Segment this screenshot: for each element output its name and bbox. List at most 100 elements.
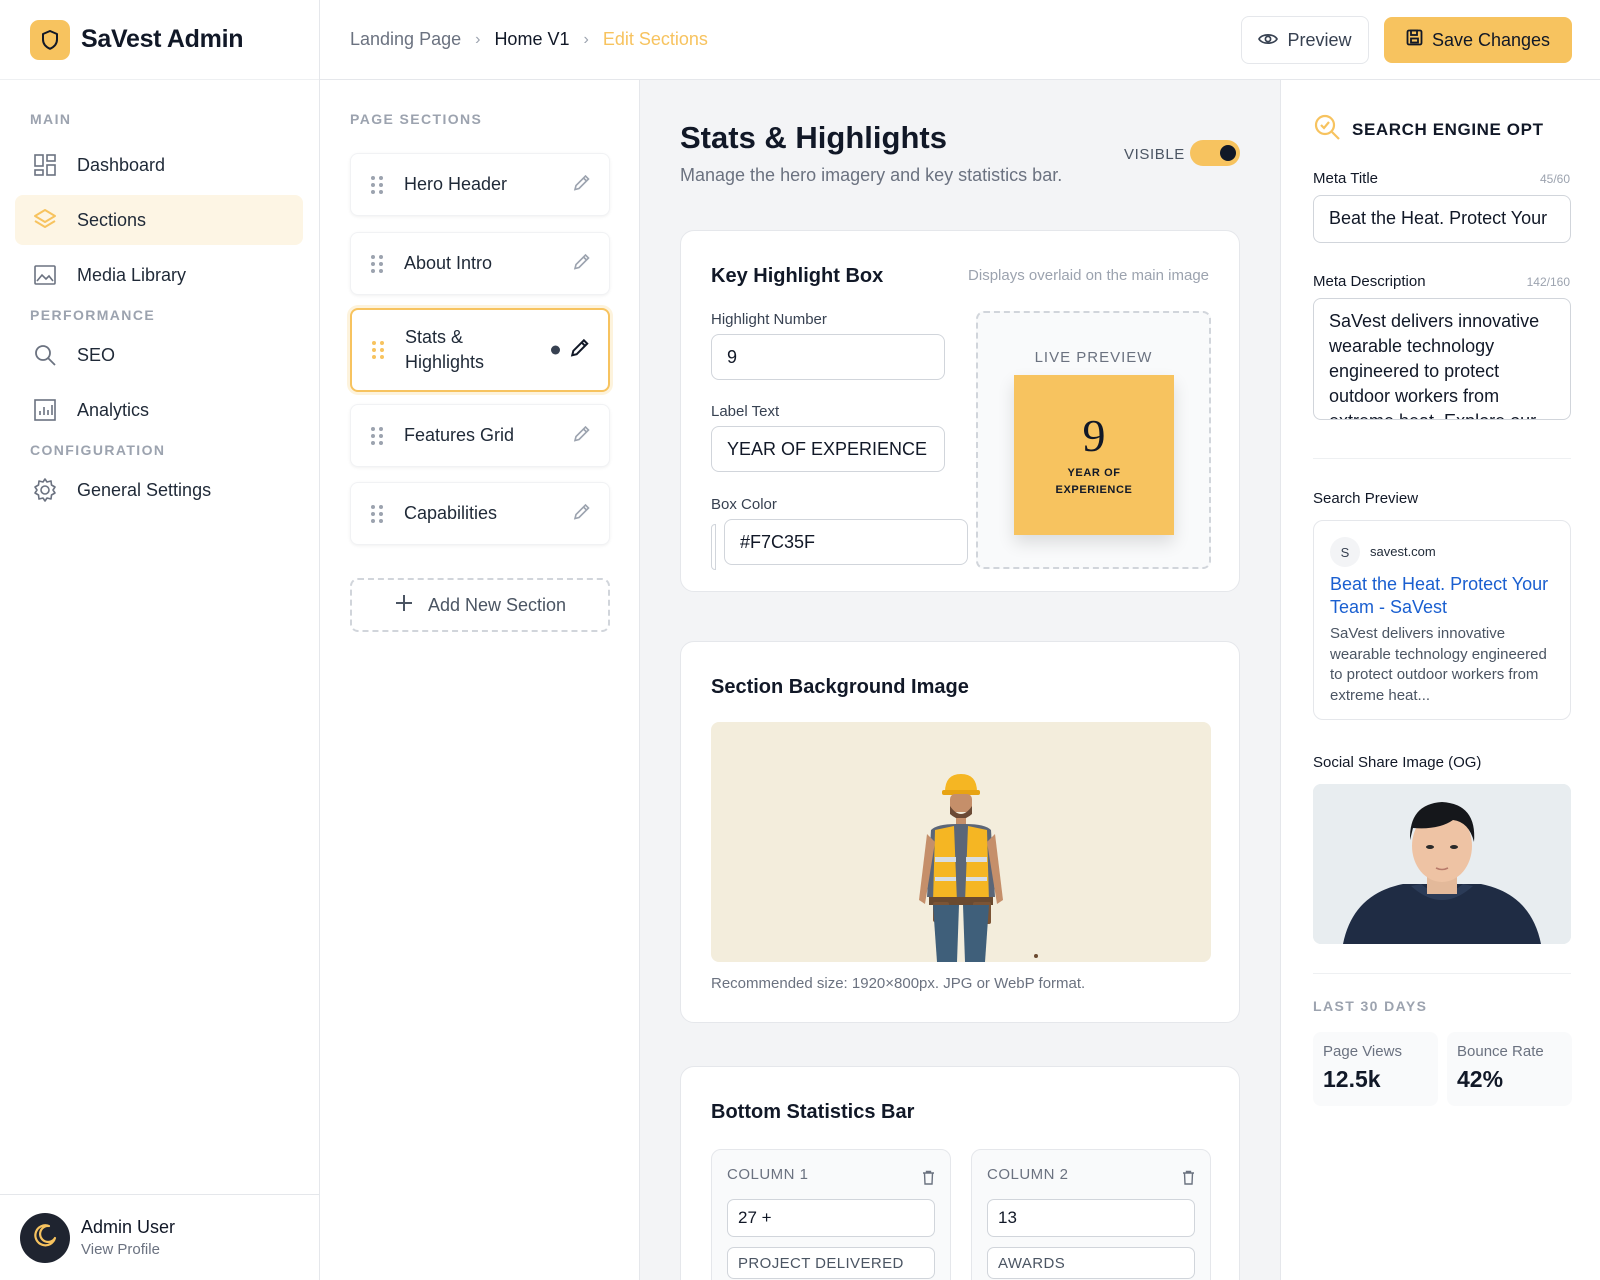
drag-handle-icon[interactable]	[372, 341, 386, 359]
column-title: COLUMN 2	[987, 1166, 1069, 1183]
page-title: Stats & Highlights	[680, 120, 947, 155]
og-portrait	[1313, 784, 1571, 944]
section-item-title: Hero Header	[404, 174, 508, 194]
drag-handle-icon[interactable]	[371, 175, 385, 194]
meta-title-label: Meta Title	[1313, 170, 1379, 187]
meta-title-count: 45/60	[1539, 172, 1570, 186]
divider	[1313, 458, 1571, 459]
stat-label: Page Views	[1323, 1043, 1402, 1060]
sections-panel: PAGE SECTIONS Hero Header About Intro St…	[320, 80, 640, 1280]
pencil-icon[interactable]	[570, 338, 590, 363]
sidebar-item-dashboard[interactable]: Dashboard	[15, 140, 303, 190]
stat-card-page-views: Page Views 12.5k	[1313, 1032, 1438, 1106]
card-title: Bottom Statistics Bar	[711, 1101, 915, 1123]
sidebar-item-seo[interactable]: SEO	[15, 330, 303, 380]
sidebar-item-sections[interactable]: Sections	[15, 195, 303, 245]
sidebar-item-label: General Settings	[77, 479, 212, 500]
meta-description-input[interactable]: SaVest delivers innovative wearable tech…	[1313, 298, 1571, 420]
sidebar-item-label: SEO	[77, 344, 116, 365]
pencil-icon[interactable]	[573, 424, 591, 447]
preview-text: YEAR OF EXPERIENCE	[1055, 467, 1133, 496]
avatar[interactable]	[20, 1212, 70, 1263]
pencil-icon[interactable]	[573, 502, 591, 525]
stat-value-input[interactable]	[987, 1199, 1195, 1237]
sidebar-item-general-settings[interactable]: General Settings	[15, 465, 303, 515]
pencil-icon[interactable]	[573, 252, 591, 275]
divider	[1313, 973, 1571, 974]
sidebar-item-label: Dashboard	[77, 154, 166, 175]
dashboard-icon	[32, 152, 58, 178]
add-section-button[interactable]: Add New Section	[350, 578, 610, 632]
section-item-title: Features Grid	[404, 425, 515, 445]
trash-icon[interactable]	[922, 1170, 935, 1190]
user-profile[interactable]: Admin User View Profile	[0, 1194, 320, 1280]
field-label: Box Color	[711, 496, 777, 513]
worker-illustration	[919, 774, 1038, 962]
eye-icon	[1258, 30, 1279, 51]
nav-group-main: MAIN	[30, 111, 72, 127]
stat-value: 12.5k	[1323, 1066, 1381, 1092]
drag-handle-icon[interactable]	[371, 504, 385, 523]
seo-header: SEARCH ENGINE OPT	[1313, 113, 1544, 146]
breadcrumb-current: Edit Sections	[602, 29, 708, 49]
background-image[interactable]	[711, 722, 1211, 962]
visible-label: VISIBLE	[1124, 146, 1185, 163]
stat-value-input[interactable]	[727, 1199, 935, 1237]
drag-handle-icon[interactable]	[371, 254, 385, 273]
shield-logo-icon	[30, 19, 70, 60]
key-highlight-card: Key Highlight Box Displays overlaid on t…	[680, 230, 1240, 592]
favicon: S	[1330, 537, 1360, 567]
color-swatch[interactable]	[711, 524, 716, 570]
sidebar: SaVest Admin MAIN Dashboard Sections Med…	[0, 0, 320, 1280]
live-preview: LIVE PREVIEW 9 YEAR OF EXPERIENCE	[976, 311, 1211, 569]
stat-column: COLUMN 2	[971, 1149, 1211, 1280]
seo-search-icon	[1313, 113, 1341, 146]
meta-description-count: 142/160	[1526, 275, 1570, 289]
preview-button[interactable]: Preview	[1241, 16, 1369, 64]
save-button[interactable]: Save Changes	[1384, 17, 1572, 63]
card-hint: Displays overlaid on the main image	[968, 267, 1209, 284]
save-icon	[1406, 29, 1423, 51]
view-profile-link[interactable]: View Profile	[81, 1241, 175, 1258]
breadcrumb-item[interactable]: Landing Page	[350, 29, 461, 50]
brand: SaVest Admin	[0, 0, 319, 80]
search-preview-description: SaVest delivers innovative wearable tech…	[1330, 625, 1547, 704]
column-title: COLUMN 1	[727, 1166, 809, 1183]
section-item-stats-highlights[interactable]: Stats & Highlights	[350, 308, 610, 392]
pencil-icon[interactable]	[573, 173, 591, 196]
search-preview-card: S savest.com Beat the Heat. Protect Your…	[1313, 520, 1571, 720]
stat-label-input[interactable]	[987, 1247, 1195, 1279]
seo-panel: SEARCH ENGINE OPT Meta Title 45/60 Beat …	[1280, 80, 1600, 1280]
highlight-number-input[interactable]	[711, 334, 945, 380]
meta-title-input[interactable]: Beat the Heat. Protect Your	[1313, 195, 1571, 243]
layers-icon	[32, 207, 58, 233]
stat-label-input[interactable]	[727, 1247, 935, 1279]
sidebar-item-label: Sections	[77, 209, 147, 230]
highlight-preview-box: 9 YEAR OF EXPERIENCE	[1014, 375, 1174, 535]
nav-group-performance: PERFORMANCE	[30, 307, 156, 323]
search-preview-title[interactable]: Beat the Heat. Protect Your Team - SaVes…	[1330, 573, 1560, 619]
sidebar-item-analytics[interactable]: Analytics	[15, 385, 303, 435]
box-color-input[interactable]	[724, 519, 968, 565]
stat-label: Bounce Rate	[1457, 1043, 1544, 1060]
drag-handle-icon[interactable]	[371, 426, 385, 445]
unsaved-indicator	[551, 345, 560, 355]
og-image[interactable]	[1313, 784, 1571, 944]
top-bar: Landing Page › Home V1 › Edit Sections P…	[320, 0, 1600, 80]
breadcrumb-item[interactable]: Home V1	[494, 29, 569, 50]
section-item-about-intro[interactable]: About Intro	[350, 232, 610, 295]
section-item-features-grid[interactable]: Features Grid	[350, 404, 610, 467]
field-label: Highlight Number	[711, 311, 827, 328]
nav-group-configuration: CONFIGURATION	[30, 442, 166, 458]
section-item-hero-header[interactable]: Hero Header	[350, 153, 610, 216]
background-hint: Recommended size: 1920×800px. JPG or Web…	[711, 975, 1086, 992]
trash-icon[interactable]	[1182, 1170, 1195, 1190]
section-item-title: Stats & Highlights	[405, 327, 485, 372]
sidebar-item-media-library[interactable]: Media Library	[15, 250, 303, 300]
label-text-input[interactable]	[711, 426, 945, 472]
stat-card-bounce-rate: Bounce Rate 42%	[1447, 1032, 1572, 1106]
section-item-capabilities[interactable]: Capabilities	[350, 482, 610, 545]
stat-column: COLUMN 1	[711, 1149, 951, 1280]
preview-label: Preview	[1287, 29, 1352, 50]
visible-toggle[interactable]	[1190, 140, 1240, 166]
